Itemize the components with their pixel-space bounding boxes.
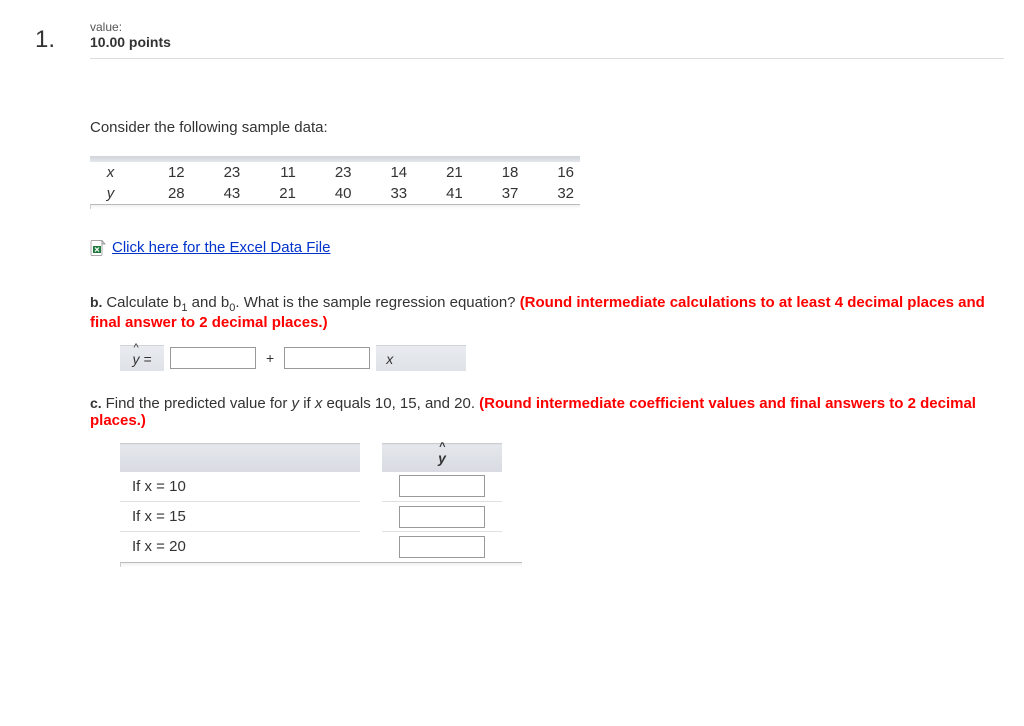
- excel-file-icon: [90, 240, 106, 256]
- data-cell: 40: [302, 183, 358, 204]
- b0-input[interactable]: [170, 347, 256, 369]
- data-cell: 37: [469, 183, 525, 204]
- data-cell: 23: [302, 162, 358, 183]
- part-c-label: c.: [90, 395, 102, 411]
- data-cell: 11: [246, 162, 302, 183]
- excel-link-text: Click here for the Excel Data File: [112, 239, 330, 256]
- data-cell: 21: [413, 162, 469, 183]
- if-x-20: If x = 20: [120, 532, 360, 562]
- if-header: [120, 444, 360, 472]
- data-cell: 18: [469, 162, 525, 183]
- yhat-header: y: [382, 444, 502, 472]
- value-label: value:: [90, 20, 1004, 34]
- data-cell: 12: [135, 162, 191, 183]
- yhat-label: y =: [120, 345, 164, 371]
- part-c: c. Find the predicted value for y if x e…: [90, 395, 1004, 567]
- data-cell: 43: [191, 183, 247, 204]
- part-b: b. Calculate b1 and b0. What is the samp…: [90, 294, 1004, 371]
- x-label: x: [90, 162, 135, 183]
- b1-input[interactable]: [284, 347, 370, 369]
- yhat-x10-input[interactable]: [399, 475, 485, 497]
- plus-sign: +: [262, 350, 278, 366]
- points-value: 10.00 points: [90, 34, 1004, 50]
- x-label-trail: x: [376, 345, 466, 371]
- data-cell: 32: [524, 183, 580, 204]
- y-label: y: [90, 183, 135, 204]
- yhat-x15-input[interactable]: [399, 506, 485, 528]
- part-c-instruction: (Round intermediate coefficient values a…: [90, 395, 976, 429]
- points-header: value: 10.00 points: [90, 20, 1004, 59]
- table-row: If x = 10: [120, 472, 502, 502]
- table-row: y 28 43 21 40 33 41 37 32: [90, 183, 580, 204]
- data-cell: 33: [358, 183, 414, 204]
- question-number: 1.: [0, 20, 90, 591]
- table-row: x 12 23 11 23 14 21 18 16: [90, 162, 580, 183]
- data-cell: 28: [135, 183, 191, 204]
- part-b-instruction: (Round intermediate calculations to at l…: [90, 294, 985, 331]
- data-cell: 23: [191, 162, 247, 183]
- table-row: If x = 15: [120, 502, 502, 532]
- if-x-15: If x = 15: [120, 502, 360, 532]
- excel-data-link[interactable]: Click here for the Excel Data File: [90, 239, 330, 256]
- sample-data-table: x 12 23 11 23 14 21 18 16 y 28 43 21 40 …: [90, 156, 580, 209]
- part-b-label: b.: [90, 294, 102, 310]
- part-c-text: Find the predicted value for y if x equa…: [90, 395, 976, 429]
- prompt-text: Consider the following sample data:: [90, 119, 1004, 136]
- part-b-text: Calculate b1 and b0. What is the sample …: [90, 294, 985, 331]
- yhat-x20-input[interactable]: [399, 536, 485, 558]
- prediction-table: y If x = 10 If x = 15 If x = 20: [120, 443, 502, 562]
- data-cell: 21: [246, 183, 302, 204]
- question-container: 1. value: 10.00 points Consider the foll…: [0, 0, 1024, 591]
- table-row: If x = 20: [120, 532, 502, 562]
- data-cell: 14: [358, 162, 414, 183]
- data-cell: 16: [524, 162, 580, 183]
- data-cell: 41: [413, 183, 469, 204]
- if-x-10: If x = 10: [120, 472, 360, 502]
- regression-equation-row: y = + x: [120, 345, 1004, 371]
- question-body: value: 10.00 points Consider the followi…: [90, 20, 1024, 591]
